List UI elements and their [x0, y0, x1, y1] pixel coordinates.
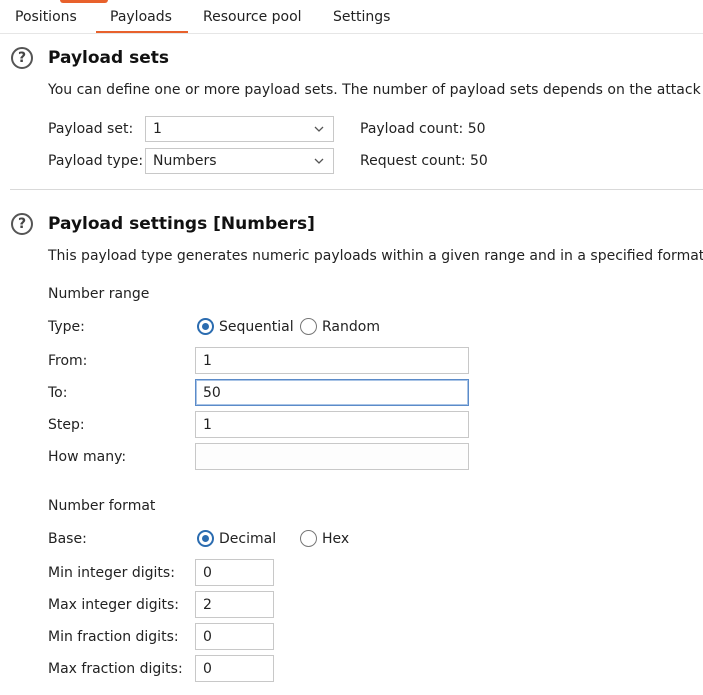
from-label: From: — [48, 353, 88, 369]
help-icon[interactable]: ? — [11, 47, 33, 69]
payload-count: Payload count: 50 — [360, 121, 486, 137]
min-fraction-digits-input[interactable] — [195, 623, 274, 650]
min-integer-digits-input[interactable] — [195, 559, 274, 586]
tab-resource-pool[interactable]: Resource pool — [203, 9, 302, 25]
max-integer-digits-input[interactable] — [195, 591, 274, 618]
random-label[interactable]: Random — [322, 319, 380, 335]
hex-radio[interactable] — [300, 530, 317, 547]
payload-settings-description: This payload type generates numeric payl… — [48, 248, 703, 264]
sequential-radio[interactable] — [197, 318, 214, 335]
hex-label[interactable]: Hex — [322, 531, 349, 547]
payload-set-value: 1 — [153, 121, 162, 137]
to-input[interactable] — [195, 379, 469, 406]
tab-payloads[interactable]: Payloads — [110, 9, 172, 25]
min-fraction-digits-label: Min fraction digits: — [48, 629, 179, 645]
step-input[interactable] — [195, 411, 469, 438]
from-input[interactable] — [195, 347, 469, 374]
base-label: Base: — [48, 531, 87, 547]
decimal-radio[interactable] — [197, 530, 214, 547]
help-icon[interactable]: ? — [11, 213, 33, 235]
payload-set-select[interactable]: 1 — [145, 116, 334, 142]
payload-settings-title: Payload settings [Numbers] — [48, 214, 315, 234]
number-range-heading: Number range — [48, 286, 150, 302]
max-fraction-digits-label: Max fraction digits: — [48, 661, 183, 677]
payload-type-select[interactable]: Numbers — [145, 148, 334, 174]
payload-sets-title: Payload sets — [48, 48, 169, 68]
tab-positions[interactable]: Positions — [15, 9, 77, 25]
to-label: To: — [48, 385, 68, 401]
how-many-label: How many: — [48, 449, 127, 465]
active-tab-indicator — [96, 31, 188, 33]
max-integer-digits-label: Max integer digits: — [48, 597, 180, 613]
request-count: Request count: 50 — [360, 153, 488, 169]
payload-type-label: Payload type: — [48, 153, 144, 169]
sequential-label[interactable]: Sequential — [219, 319, 294, 335]
decimal-label[interactable]: Decimal — [219, 531, 276, 547]
payload-type-value: Numbers — [153, 153, 217, 169]
how-many-input[interactable] — [195, 443, 469, 470]
payload-sets-description: You can define one or more payload sets.… — [48, 82, 703, 98]
step-label: Step: — [48, 417, 85, 433]
section-divider — [10, 189, 703, 190]
chevron-down-icon — [314, 126, 324, 132]
payload-set-label: Payload set: — [48, 121, 134, 137]
window-accent — [60, 0, 108, 3]
range-type-label: Type: — [48, 319, 85, 335]
number-format-heading: Number format — [48, 498, 156, 514]
random-radio[interactable] — [300, 318, 317, 335]
min-integer-digits-label: Min integer digits: — [48, 565, 175, 581]
chevron-down-icon — [314, 158, 324, 164]
max-fraction-digits-input[interactable] — [195, 655, 274, 682]
tab-settings[interactable]: Settings — [333, 9, 390, 25]
